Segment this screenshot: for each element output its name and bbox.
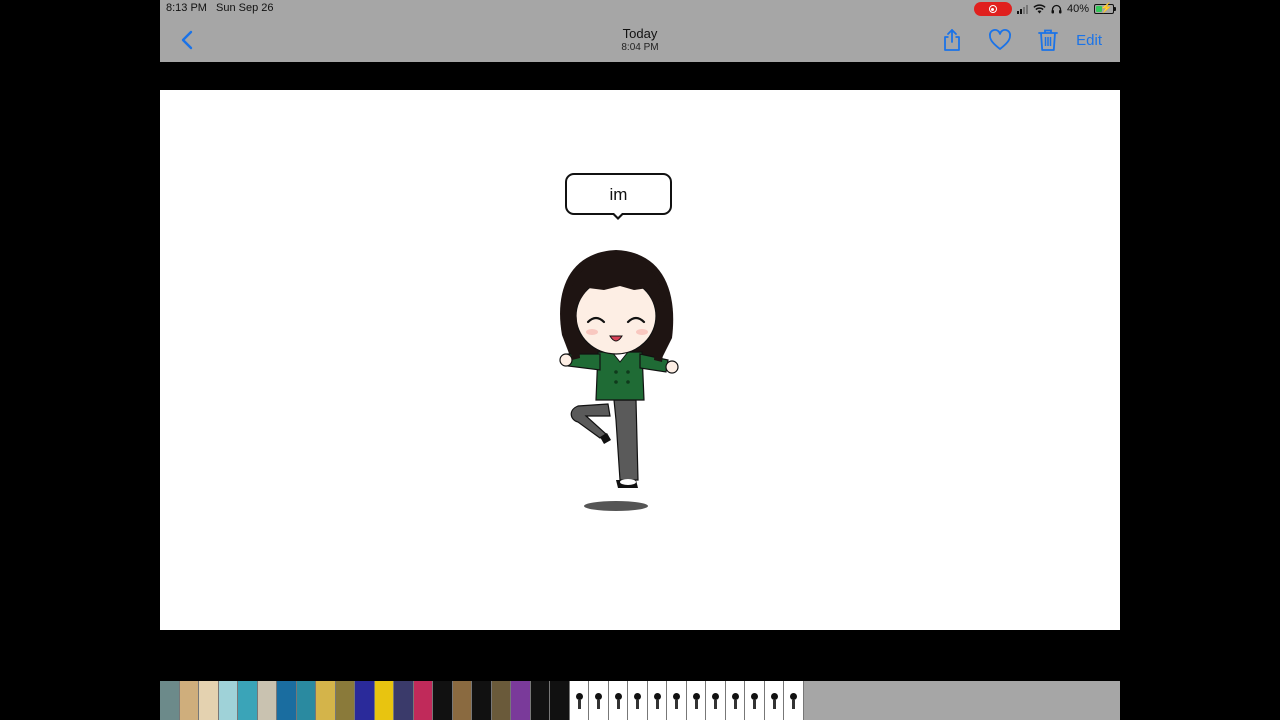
photo-thumbnail[interactable] <box>589 681 609 720</box>
speech-bubble-text: im <box>609 185 628 204</box>
status-indicators: 40% ⚡ <box>973 1 1116 17</box>
photo-thumbnail[interactable] <box>452 681 472 720</box>
photo-thumbnail[interactable] <box>472 681 492 720</box>
photo-view[interactable]: im <box>160 90 1120 630</box>
photo-thumbnail[interactable] <box>628 681 648 720</box>
photo-time-subtitle: 8:04 PM <box>621 42 659 53</box>
photo-thumbnail[interactable] <box>491 681 511 720</box>
photo-thumbnail[interactable] <box>784 681 804 720</box>
status-date: Sun Sep 26 <box>216 2 274 14</box>
photo-thumbnail[interactable] <box>550 681 570 720</box>
photo-thumbnail[interactable] <box>160 681 180 720</box>
ipad-screen: 8:13 PM Sun Sep 26 40% ⚡ Today 8:04 PM E… <box>160 0 1120 720</box>
photo-thumbnail[interactable] <box>608 681 628 720</box>
photo-thumbnail[interactable] <box>745 681 765 720</box>
character-shadow <box>584 501 648 511</box>
cellular-signal-icon <box>1016 4 1028 14</box>
photo-thumbnail[interactable] <box>433 681 453 720</box>
photo-thumbnail[interactable] <box>530 681 550 720</box>
photo-thumbnail[interactable] <box>686 681 706 720</box>
photo-thumbnail[interactable] <box>179 681 199 720</box>
thumbnail-strip[interactable] <box>160 681 1120 720</box>
photo-thumbnail[interactable] <box>257 681 277 720</box>
photo-thumbnail[interactable] <box>277 681 297 720</box>
photo-thumbnail[interactable] <box>706 681 726 720</box>
character-face <box>575 277 657 355</box>
trash-icon[interactable] <box>1035 27 1061 53</box>
photo-thumbnail[interactable] <box>511 681 531 720</box>
headphones-icon <box>1051 4 1062 14</box>
photo-thumbnail[interactable] <box>355 681 375 720</box>
chibi-character-illustration <box>559 250 679 511</box>
photo-date-title: Today <box>622 26 658 41</box>
photo-thumbnail[interactable] <box>238 681 258 720</box>
speech-bubble: im <box>565 173 672 215</box>
photo-thumbnail[interactable] <box>316 681 336 720</box>
battery-icon: ⚡ <box>1094 3 1116 14</box>
photo-thumbnail[interactable] <box>335 681 355 720</box>
photo-thumbnail[interactable] <box>569 681 589 720</box>
photo-thumbnail[interactable] <box>413 681 433 720</box>
photo-thumbnail[interactable] <box>725 681 745 720</box>
photo-thumbnail[interactable] <box>374 681 394 720</box>
wifi-icon <box>1033 4 1046 14</box>
character-leg-standing <box>613 399 639 481</box>
photo-thumbnail[interactable] <box>647 681 667 720</box>
photo-thumbnail[interactable] <box>218 681 238 720</box>
edit-button[interactable]: Edit <box>1076 32 1102 49</box>
character-arm-right <box>639 353 669 373</box>
screen-recording-icon[interactable] <box>973 2 1012 16</box>
character-leg-raised <box>570 403 611 439</box>
share-icon[interactable] <box>939 27 965 53</box>
battery-percent: 40% <box>1066 3 1089 15</box>
photo-thumbnail[interactable] <box>199 681 219 720</box>
status-time: 8:13 PM <box>166 2 207 14</box>
photo-thumbnail[interactable] <box>667 681 687 720</box>
status-bar: 8:13 PM Sun Sep 26 40% ⚡ <box>160 0 1120 18</box>
photo-thumbnail[interactable] <box>764 681 784 720</box>
photo-thumbnail[interactable] <box>394 681 414 720</box>
photo-thumbnail[interactable] <box>296 681 316 720</box>
photo-nav-bar: Today 8:04 PM Edit <box>160 18 1120 62</box>
heart-icon[interactable] <box>987 27 1013 53</box>
